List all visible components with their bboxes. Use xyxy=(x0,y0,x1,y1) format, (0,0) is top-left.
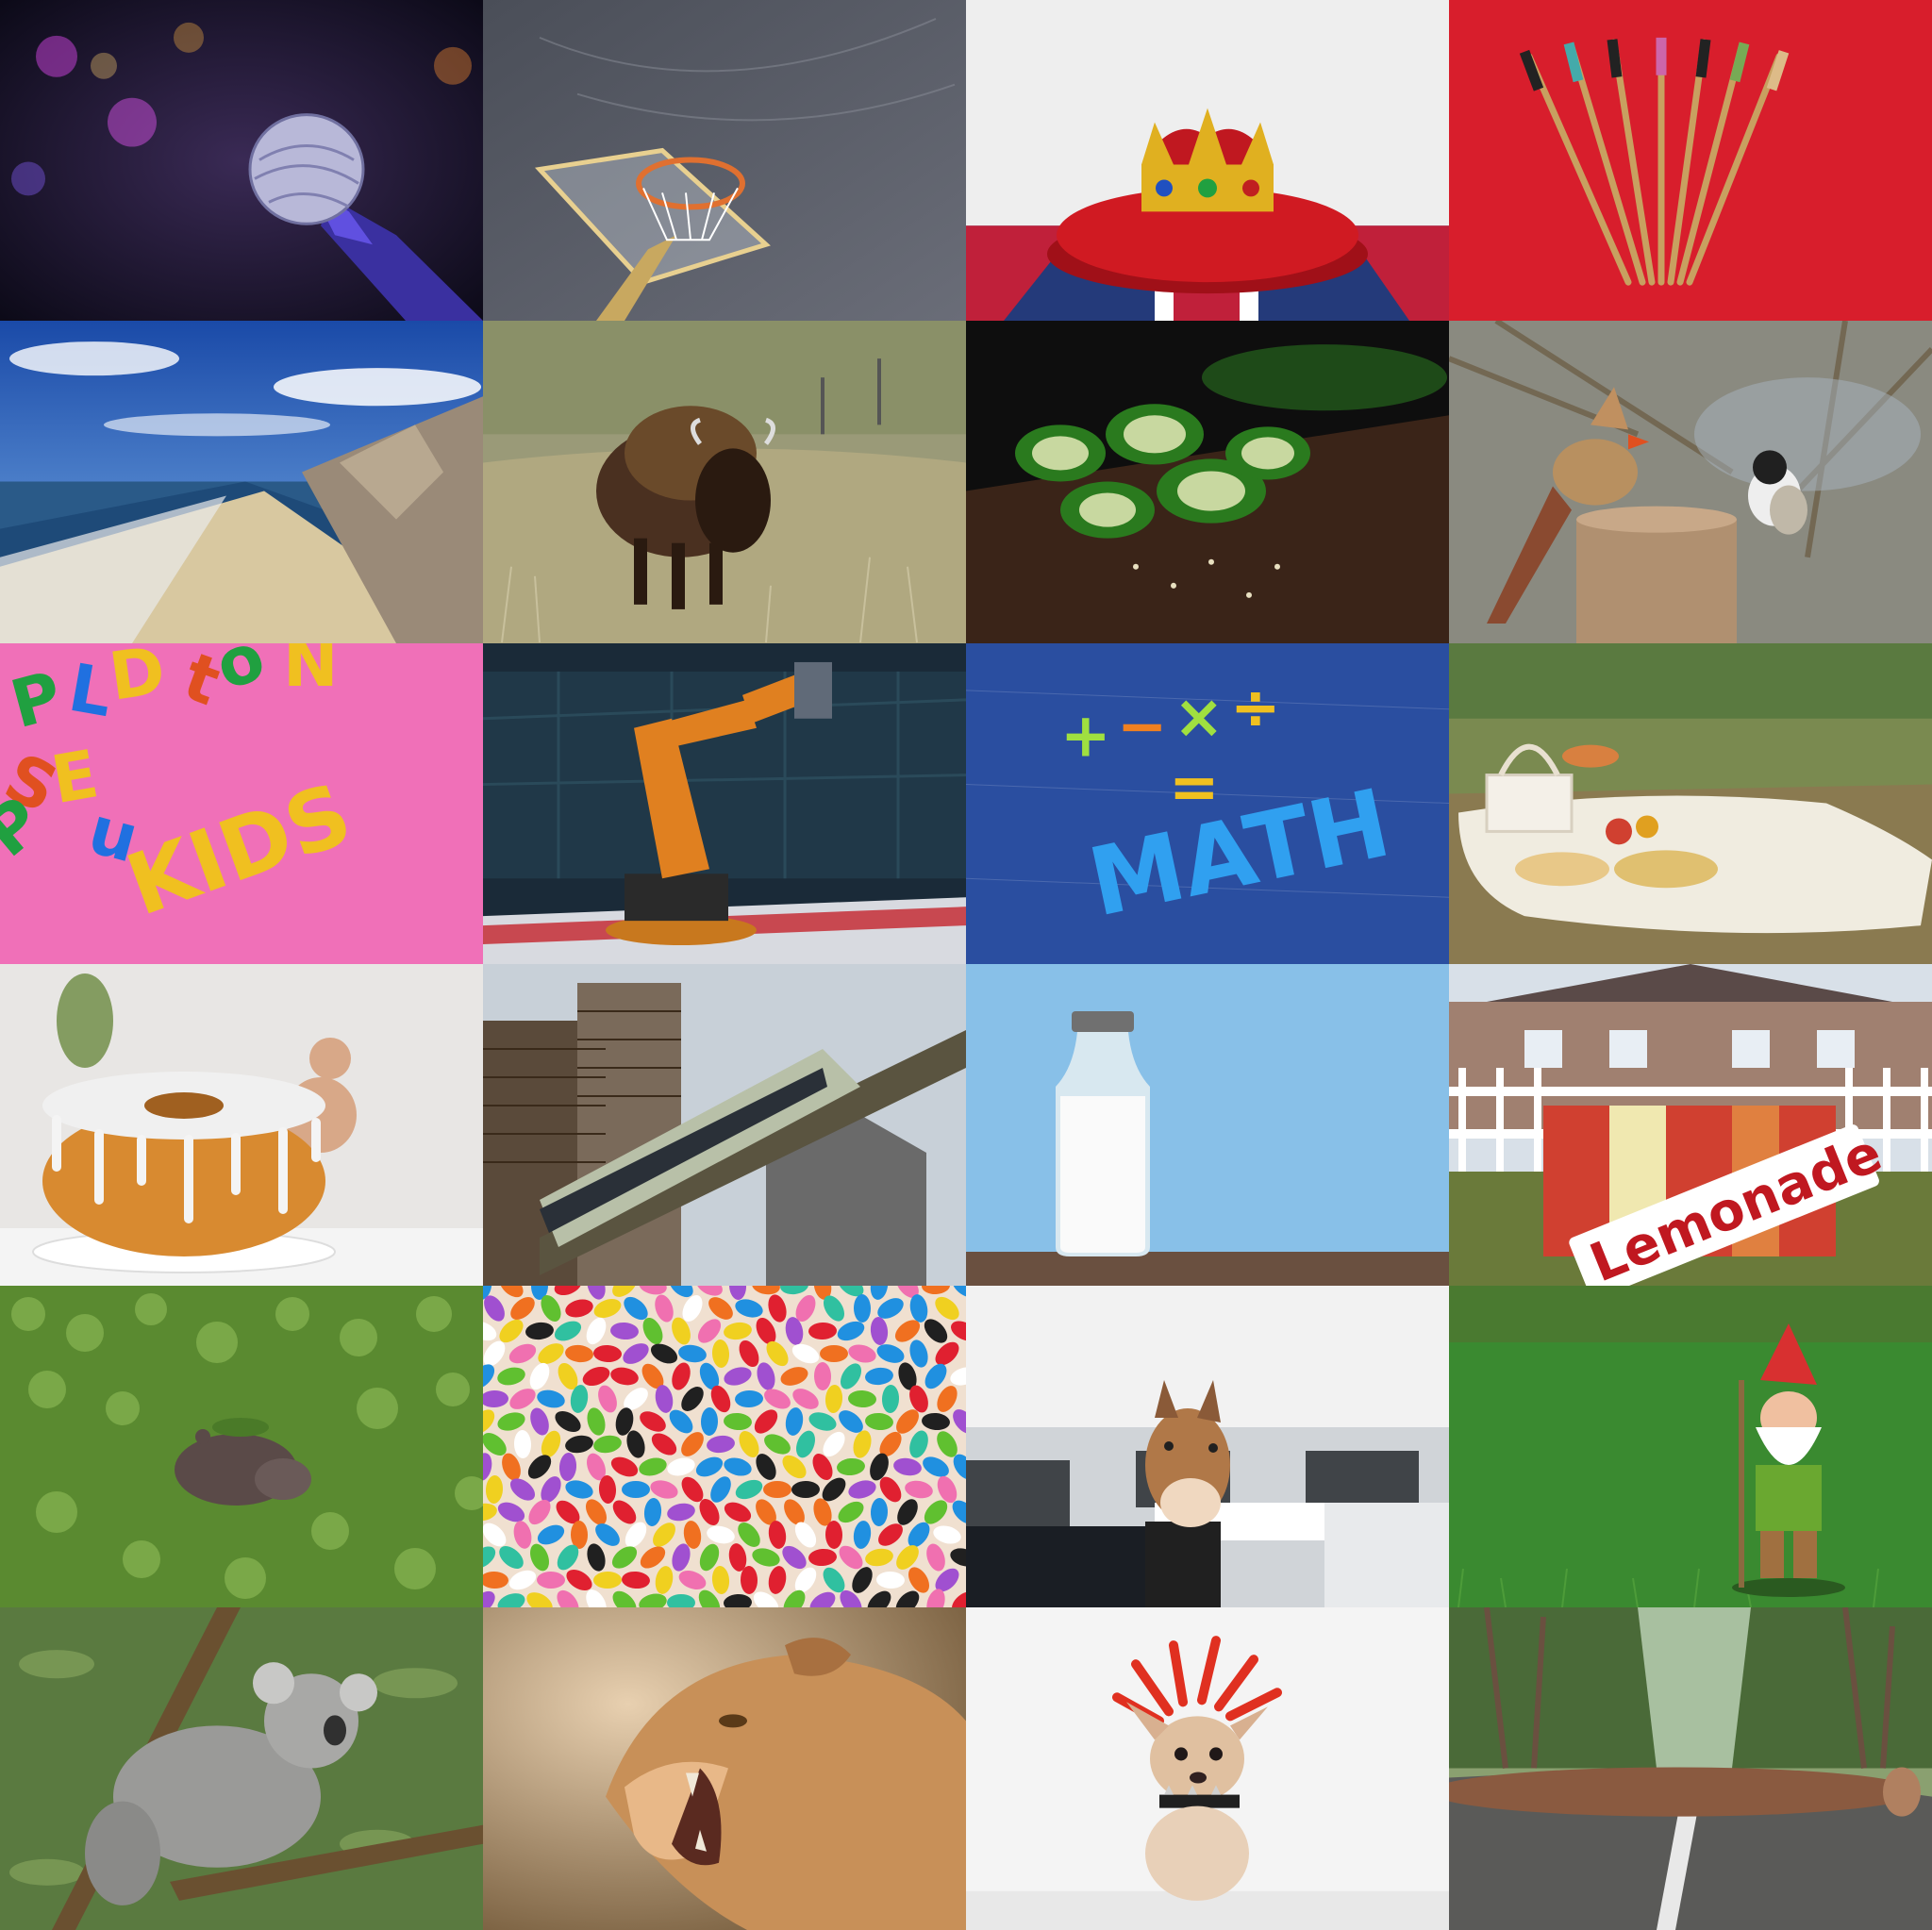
gnome-icon xyxy=(1449,1286,1932,1607)
photo-tile-bundt-cake xyxy=(0,964,483,1286)
candy-icon xyxy=(483,1286,966,1607)
photo-grid: P L D t o N S E P u KIDS + − × ÷ = MATH xyxy=(0,0,1932,1930)
photo-tile-microphone xyxy=(0,0,483,321)
cake-icon xyxy=(0,964,483,1286)
svg-text:D: D xyxy=(105,643,170,716)
log-icon xyxy=(1449,1607,1932,1930)
photo-tile-lemonade-stand: Lemonade xyxy=(1449,964,1932,1286)
photo-tile-lioness xyxy=(483,1607,966,1930)
photo-tile-jelly-beans xyxy=(483,1286,966,1607)
photo-tile-bison xyxy=(483,321,966,643)
photo-tile-monorail xyxy=(483,964,966,1286)
photo-tile-robot-arm xyxy=(483,643,966,964)
svg-text:−: − xyxy=(1117,692,1168,762)
photo-tile-gnome xyxy=(1449,1286,1932,1607)
picnic-basket-icon xyxy=(1449,643,1932,964)
letters-icon: P L D t o N S E P u KIDS xyxy=(0,643,483,964)
photo-tile-jalapenos xyxy=(966,321,1449,643)
svg-text:+: + xyxy=(1060,702,1111,772)
bison-icon xyxy=(483,321,966,643)
hippo-icon xyxy=(0,1286,483,1607)
svg-text:÷: ÷ xyxy=(1230,674,1281,743)
toothbrush-icon xyxy=(1449,0,1932,321)
koala-icon xyxy=(0,1607,483,1930)
photo-tile-birds xyxy=(1449,321,1932,643)
basketball-hoop-icon xyxy=(483,0,966,321)
dog-icon xyxy=(966,1607,1449,1930)
svg-text:N: N xyxy=(283,643,339,702)
photo-tile-horse-mask xyxy=(966,1286,1449,1607)
stand-icon: Lemonade xyxy=(1449,964,1932,1286)
photo-tile-basketball-hoop xyxy=(483,0,966,321)
photo-tile-kids-letters: P L D t o N S E P u KIDS xyxy=(0,643,483,964)
bottle-icon xyxy=(966,964,1449,1286)
photo-tile-milk-bottle xyxy=(966,964,1449,1286)
horse-mask-icon xyxy=(966,1286,1449,1607)
beach-icon xyxy=(0,321,483,643)
photo-tile-beach xyxy=(0,321,483,643)
photo-tile-picnic xyxy=(1449,643,1932,964)
microphone-icon xyxy=(0,0,483,321)
photo-tile-fallen-tree xyxy=(1449,1607,1932,1930)
photo-tile-crown xyxy=(966,0,1449,321)
robot-arm-icon xyxy=(483,643,966,964)
lioness-icon xyxy=(483,1607,966,1930)
svg-text:×: × xyxy=(1174,683,1224,753)
photo-tile-hippo xyxy=(0,1286,483,1607)
pepper-icon xyxy=(966,321,1449,643)
photo-tile-punk-chihuahua xyxy=(966,1607,1449,1930)
train-icon xyxy=(483,964,966,1286)
crown-icon xyxy=(966,0,1449,321)
bird-icon xyxy=(1449,321,1932,643)
photo-tile-koala xyxy=(0,1607,483,1930)
photo-tile-toothbrushes xyxy=(1449,0,1932,321)
math-icon: + − × ÷ = MATH xyxy=(966,643,1449,964)
photo-tile-math-letters: + − × ÷ = MATH xyxy=(966,643,1449,964)
